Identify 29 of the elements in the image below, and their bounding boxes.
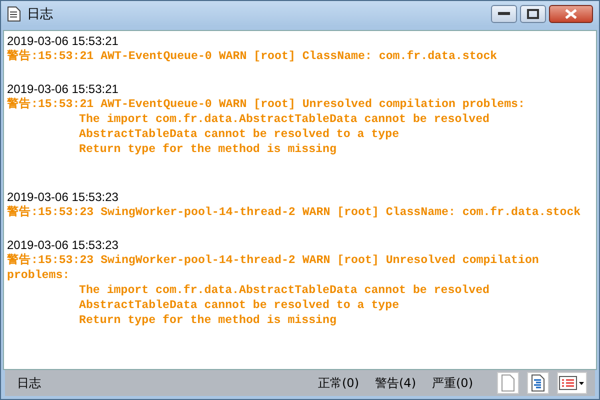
- log-detail: AbstractTableData cannot be resolved to a type: [78, 127, 400, 142]
- log-detail: Return type for the method is missing: [78, 313, 338, 328]
- log-detail: The import com.fr.data.AbstractTableData cannot be resolved: [78, 283, 490, 298]
- log-detail: The import com.fr.data.AbstractTableData cannot be resolved: [78, 112, 490, 127]
- log-message: 警告:15:53:23 SwingWorker-pool-14-thread-2 WARN [root] ClassName: com.fr.data.stock: [7, 205, 582, 220]
- status-label: 日志: [17, 374, 41, 392]
- minimize-button[interactable]: [491, 4, 517, 22]
- maximize-button[interactable]: [520, 4, 546, 22]
- level-counter[interactable]: 正常(0): [318, 374, 359, 392]
- log-timestamp: 2019-03-06 15:53:21: [7, 82, 120, 97]
- maximize-icon: [527, 8, 539, 18]
- log-message: 警告:15:53:21 AWT-EventQueue-0 WARN [root] ClassName: com.fr.data.stock: [7, 49, 498, 64]
- log-view-button[interactable]: [527, 372, 549, 394]
- close-icon: [565, 8, 577, 18]
- document-icon: [7, 6, 21, 22]
- level-counter[interactable]: 警告(4): [375, 374, 416, 392]
- log-detail: AbstractTableData cannot be resolved to a type: [78, 298, 400, 313]
- clear-log-button[interactable]: [497, 372, 519, 394]
- log-message: 警告:15:53:21 AWT-EventQueue-0 WARN [root] Unresolved compilation problems:: [7, 97, 526, 112]
- list-dropdown-button[interactable]: [557, 372, 587, 394]
- log-timestamp: 2019-03-06 15:53:23: [7, 190, 120, 205]
- log-timestamp: 2019-03-06 15:53:21: [7, 34, 120, 49]
- log-detail: Return type for the method is missing: [78, 142, 338, 157]
- close-button[interactable]: [549, 4, 593, 22]
- minimize-icon: [498, 12, 510, 16]
- window-title: 日志: [27, 6, 53, 22]
- log-timestamp: 2019-03-06 15:53:23: [7, 238, 120, 253]
- log-message: 警告:15:53:23 SwingWorker-pool-14-thread-2 WARN [root] Unresolved compilation problems:: [7, 253, 540, 283]
- level-counter[interactable]: 严重(0): [432, 374, 473, 392]
